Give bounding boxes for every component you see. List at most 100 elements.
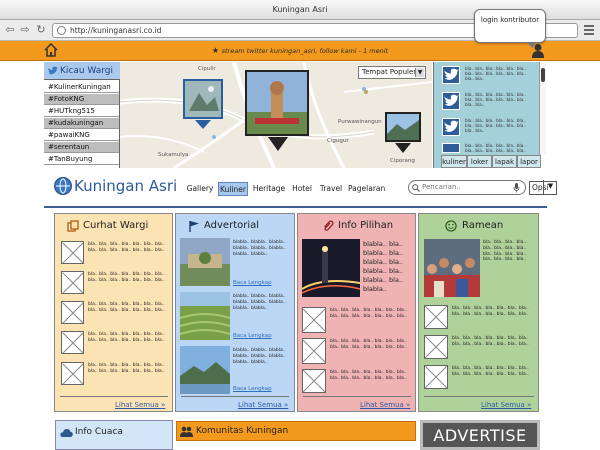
ramean-main-text: bla.. bla.. bla.. bla.. bla.. bla.. bla.…	[483, 240, 527, 263]
forward-icon[interactable]: ⇨	[18, 22, 32, 38]
paperclip-icon	[324, 220, 334, 231]
item-text: bla.. bla.. bla.. bla.. bla.. bla.. bla.…	[88, 302, 165, 313]
twitter-ticker[interactable]: ★ stream twitter kuningan_asri, follow k…	[0, 41, 600, 61]
see-all-link[interactable]: Lihat Semua »	[238, 401, 288, 409]
marker-pin-icon	[395, 143, 411, 153]
hashtag-item[interactable]: #kudakuningan	[44, 118, 119, 129]
users-icon	[180, 426, 193, 437]
item-text: bla.. bla.. bla.. bla.. bla.. bla.. bla.…	[452, 336, 529, 347]
smiley-icon	[445, 220, 457, 232]
search-icon	[412, 184, 420, 192]
bird-icon	[48, 66, 58, 75]
tab-loker[interactable]: loker	[467, 155, 492, 168]
marker-pin-icon	[268, 137, 288, 151]
marker-photo	[387, 114, 419, 140]
advertorial-photo[interactable]	[180, 292, 230, 340]
item-text: bla.. bla.. bla.. bla.. bla.. bla.. bla.…	[330, 339, 407, 350]
tab-lapak[interactable]: lapak	[492, 155, 517, 168]
advertorial-photo[interactable]	[180, 238, 230, 286]
advertorial-photo[interactable]	[180, 346, 230, 394]
hashtag-item[interactable]: #HUTkng515	[44, 106, 119, 117]
tweet-item[interactable]: bla.. bla.. bla.. bla.. bla.. bla.. bla.…	[434, 90, 534, 116]
item-text: blabla.. blabla.. blabla.. blabla.. blab…	[233, 240, 286, 257]
header-divider	[44, 206, 547, 208]
back-icon[interactable]: ⇦	[3, 22, 17, 38]
column-title: Advertorial	[204, 220, 260, 231]
info-main-photo[interactable]	[302, 239, 360, 297]
globe-icon	[57, 26, 66, 35]
menu-icon[interactable]	[584, 25, 594, 35]
tweet-scrollbar[interactable]	[539, 62, 546, 154]
image-placeholder[interactable]	[61, 362, 84, 385]
advertise-banner[interactable]: ADVERTISE	[420, 420, 540, 450]
tweet-text: bla.. bla.. bla.. bla.. bla.. bla.. bla.…	[465, 118, 526, 133]
microphone-icon[interactable]	[513, 183, 520, 193]
read-more-link[interactable]: Baca Lengkap	[233, 333, 272, 339]
see-all-link[interactable]: Lihat Semua »	[360, 401, 410, 409]
nav-hotel[interactable]: Hotel	[290, 182, 314, 196]
tweet-item[interactable]: bla.. bla.. bla.. bla.. bla.. bla.. bla.…	[434, 116, 534, 142]
kicau-title: Kicau Wargi	[60, 66, 114, 76]
hashtag-item[interactable]: #KulinerKuningan	[44, 82, 119, 93]
image-placeholder[interactable]	[61, 241, 84, 264]
see-all-link[interactable]: Lihat Semua »	[481, 401, 531, 409]
place-label: Sukamulya	[158, 152, 189, 158]
twitter-icon	[442, 143, 460, 153]
twitter-icon	[442, 92, 460, 110]
community-panel: Komunitas Kuningan	[176, 421, 416, 441]
image-placeholder[interactable]	[61, 331, 84, 354]
nav-gallery[interactable]: Gallery	[185, 182, 215, 196]
tweet-item[interactable]: bla.. bla.. bla.. bla.. bla.. bla.. bla.…	[434, 64, 534, 90]
search-placeholder: Pencarian..	[422, 183, 461, 191]
image-placeholder[interactable]	[61, 301, 84, 324]
map-marker-featured[interactable]	[245, 70, 309, 136]
image-placeholder[interactable]	[424, 335, 448, 359]
image-placeholder[interactable]	[302, 307, 326, 333]
image-placeholder[interactable]	[424, 305, 448, 329]
ramean-main-photo[interactable]	[424, 239, 480, 297]
image-placeholder[interactable]	[424, 365, 448, 389]
search-input[interactable]: Pencarian..	[408, 180, 526, 195]
nav-heritage[interactable]: Heritage	[252, 182, 286, 196]
image-placeholder[interactable]	[61, 271, 84, 294]
tab-kuliner[interactable]: kuliner	[441, 155, 467, 168]
tweet-text: bla.. bla.. bla.. bla.. bla.. bla.. bla.…	[465, 92, 526, 107]
hashtag-item[interactable]: #serentaun	[44, 142, 119, 153]
read-more-link[interactable]: Baca Lengkap	[233, 280, 272, 286]
info-main-text: blabla.. bla.. blabla.. bla.. blabla.. b…	[363, 240, 404, 293]
nav-pagelaran[interactable]: Pagelaran	[348, 182, 385, 196]
item-text: bla.. bla.. bla.. bla.. bla.. bla.. bla.…	[88, 242, 165, 253]
image-placeholder[interactable]	[302, 369, 326, 393]
read-more-link[interactable]: Baca Lengkap	[233, 386, 272, 392]
map-marker[interactable]	[183, 79, 223, 119]
twitter-icon	[442, 118, 460, 136]
column-advertorial: Advertorial blabla.. blabla.. blabla.. b…	[175, 213, 295, 412]
popular-places-select[interactable]: Tempat Populer ▼	[358, 66, 426, 79]
item-text: blabla.. blabla.. blabla.. blabla.. blab…	[233, 348, 286, 365]
nav-kuliner[interactable]: Kuliner	[218, 182, 248, 196]
item-text: bla.. bla.. bla.. bla.. bla.. bla.. bla.…	[330, 370, 407, 381]
hashtag-item[interactable]: #TanBuyung	[44, 154, 119, 165]
cloud-icon	[60, 429, 73, 437]
hashtag-item[interactable]: #pawaiKNG	[44, 130, 119, 141]
column-curhat-wargi: Curhat Wargi bla.. bla.. bla.. bla.. bla…	[54, 213, 173, 412]
chevron-down-icon: ▼	[415, 68, 424, 77]
nav-travel[interactable]: Travel	[318, 182, 344, 196]
scroll-thumb[interactable]	[541, 68, 545, 82]
weather-panel: Info Cuaca	[55, 420, 173, 450]
map-marker[interactable]	[385, 112, 421, 142]
top-orange-bar: ★ stream twitter kuningan_asri, follow k…	[0, 41, 600, 61]
star-icon: ★	[211, 46, 222, 55]
tweet-item[interactable]: bla.. bla.. bla.. bla.. bla.. bla.. bla.…	[434, 141, 534, 153]
globe-icon	[54, 177, 72, 195]
item-text: bla.. bla.. bla.. bla.. bla.. bla.. bla.…	[88, 272, 165, 283]
chevron-down-icon[interactable]: ▼	[543, 180, 557, 195]
see-all-link[interactable]: Lihat Semua »	[115, 401, 165, 409]
image-placeholder[interactable]	[302, 338, 326, 364]
home-icon[interactable]	[44, 43, 58, 57]
site-logo[interactable]: Kuningan Asri	[74, 177, 177, 195]
hashtag-item[interactable]: #FotoKNG	[44, 94, 119, 105]
item-text: bla.. bla.. bla.. bla.. bla.. bla.. bla.…	[88, 332, 165, 343]
tab-lapor[interactable]: lapor	[517, 155, 541, 168]
reload-icon[interactable]: ↻	[34, 22, 48, 38]
